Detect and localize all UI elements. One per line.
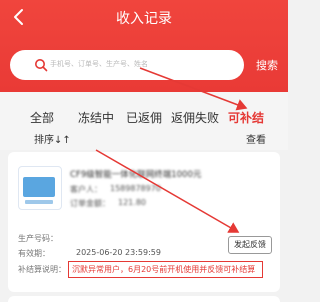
customer-label: 客户人：: [70, 185, 102, 194]
product-title: CF9级智能一体化联网终端1000元: [70, 170, 202, 180]
tab-rebate-failed[interactable]: 返佣失败: [171, 109, 219, 126]
amount-label: 订单金额：: [70, 199, 110, 208]
tab-all[interactable]: 全部: [30, 109, 54, 126]
amount-value: 121.80: [118, 198, 146, 207]
production-no-label: 生产号码：: [18, 234, 58, 243]
tab-rebated[interactable]: 已返佣: [126, 109, 162, 126]
device-base: [25, 200, 53, 204]
device-image: [23, 177, 55, 197]
tab-supplementable[interactable]: 可补结: [228, 109, 264, 126]
valid-period-label: 有效期：: [18, 249, 50, 258]
note-label: 补结算说明：: [18, 265, 66, 274]
product-thumbnail: [18, 166, 62, 210]
sort-button[interactable]: 排序↓↑: [34, 131, 71, 146]
next-card: [8, 296, 280, 302]
view-link[interactable]: 查看: [246, 131, 266, 146]
note-value: 沉默异常用户，6月20号前开机使用并反馈可补结算: [72, 265, 256, 274]
search-placeholder: 手机号、订单号、生产号、姓名: [50, 60, 148, 68]
feedback-button[interactable]: 发起反馈: [228, 236, 272, 254]
customer-value: 1589878970: [110, 184, 161, 193]
page-title: 收入记录: [116, 11, 172, 27]
search-icon: [35, 59, 48, 72]
search-button[interactable]: 搜索: [256, 57, 278, 73]
valid-period-value: 2025-06-20 23:59:59: [76, 248, 161, 257]
tab-frozen[interactable]: 冻结中: [78, 109, 114, 126]
